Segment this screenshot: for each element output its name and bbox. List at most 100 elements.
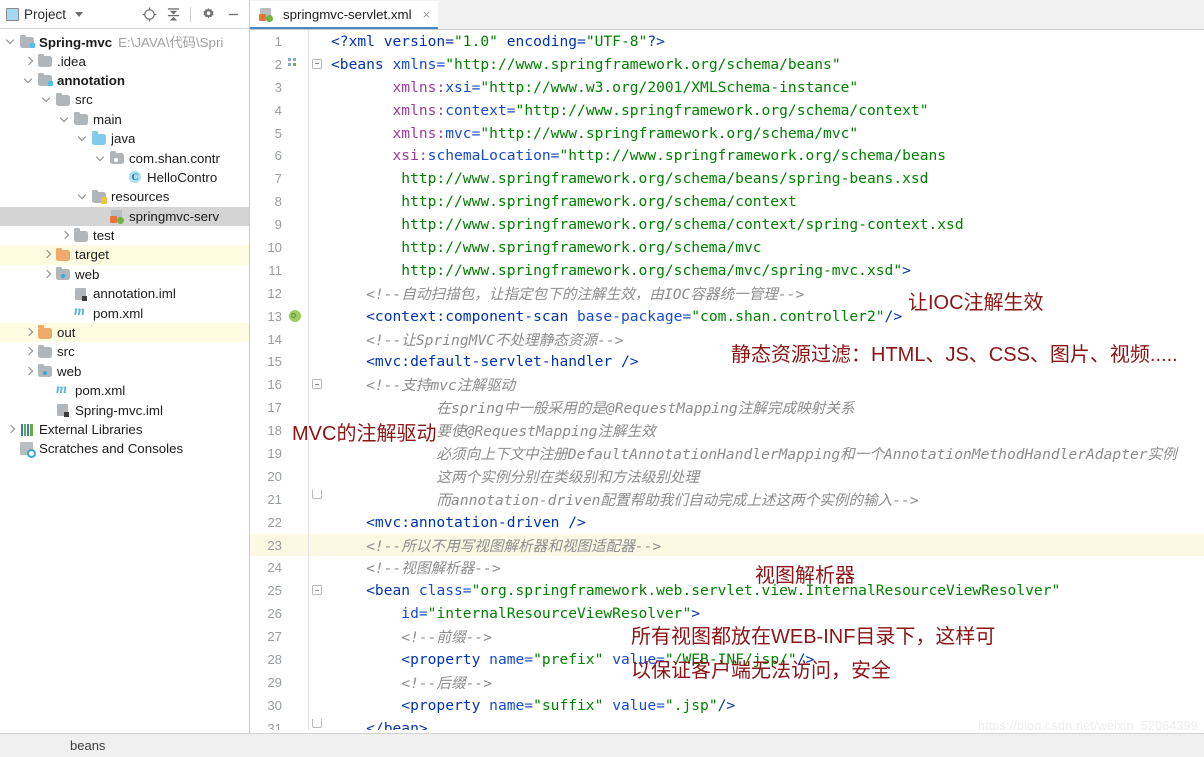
tree-item-external-libraries[interactable]: External Libraries [0,420,249,439]
code-line-7[interactable]: 7 http://www.springframework.org/schema/… [250,167,1204,191]
code-line-16[interactable]: 16 <!--支持mvc注解驱动 [250,373,1204,397]
code-line-11[interactable]: 11 http://www.springframework.org/schema… [250,258,1204,282]
chevron-right-icon[interactable] [42,269,53,280]
tree-item-scratches-and-consoles[interactable]: Scratches and Consoles [0,439,249,458]
tree-item-target[interactable]: target [0,245,249,265]
code-line-19[interactable]: 19 必须向上下文中注册DefaultAnnotationHandlerMapp… [250,442,1204,465]
tree-item-annotation[interactable]: annotation [0,71,249,90]
tree-item-spring-mvc[interactable]: Spring-mvc E:\JAVA\代码\Spri [0,32,249,51]
chevron-down-icon[interactable] [78,133,89,144]
code-line-14[interactable]: 14 <!--让SpringMVC不处理静态资源--> [250,327,1204,351]
code-line-24[interactable]: 24 <!--视图解析器--> [250,556,1204,580]
collapse-all-icon[interactable] [167,7,180,22]
tree-item-label: pom.xml [75,383,126,399]
spring-bean-gutter-icon[interactable] [288,57,301,70]
gutter-marks [286,213,308,236]
settings-icon[interactable] [201,7,216,22]
bean-gutter-icon[interactable] [289,309,301,322]
code-line-17[interactable]: 17 在spring中一般采用的是@RequestMapping注解完成映射关系 [250,396,1204,420]
code-line-1[interactable]: 1 <?xml version="1.0" encoding="UTF-8"?> [250,30,1204,53]
tree-item-label: src [57,344,75,360]
chevron-down-icon[interactable] [96,153,107,164]
code-line-13[interactable]: 13 <context:component-scan base-package=… [250,304,1204,328]
line-number: 25 [267,583,282,599]
line-number: 18 [267,423,282,439]
tree-item-resources[interactable]: resources [0,187,249,206]
tree-item-out[interactable]: out [0,322,249,343]
gutter-marks [286,328,308,351]
chevron-down-icon[interactable] [60,114,71,125]
code-line-28[interactable]: 28 <property name="prefix" value="/WEB-I… [250,648,1204,671]
project-panel-title-group[interactable]: Project [6,7,84,22]
code-line-2[interactable]: 2 <beans xmlns="http://www.springframewor… [250,52,1204,76]
gutter-marks [286,30,308,53]
code-line-20[interactable]: 20 这两个实例分别在类级别和方法级别处理 [250,464,1204,488]
chevron-down-icon[interactable] [6,36,17,47]
fold-collapse-icon[interactable] [312,585,322,596]
breadcrumb-item-beans[interactable]: beans [70,738,105,753]
tree-item-com-shan-contr[interactable]: com.shan.contr [0,148,249,167]
tree-item-test[interactable]: test [0,226,249,245]
code-line-22[interactable]: 22 <mvc:annotation-driven /> [250,510,1204,534]
code-line-25[interactable]: 25 <bean class="org.springframework.web.… [250,579,1204,603]
tree-item-java[interactable]: java [0,129,249,148]
tree-item-hellocontro[interactable]: C HelloContro [0,168,249,187]
code-text: 必须向上下文中注册DefaultAnnotationHandlerMapping… [331,445,1177,463]
minimize-icon[interactable] [226,7,241,22]
code-line-4[interactable]: 4 xmlns:context="http://www.springframew… [250,98,1204,122]
code-line-23[interactable]: 23 <!--所以不用写视图解析器和视图适配器--> [250,533,1204,557]
fold-end-icon[interactable] [312,489,322,499]
chevron-right-icon[interactable] [60,230,71,241]
tree-item-label: HelloContro [147,169,218,185]
fold-collapse-icon[interactable] [312,58,322,69]
folder-package-icon [110,150,125,165]
chevron-right-icon[interactable] [6,424,17,435]
tree-item-pom-xml[interactable]: m pom.xml [0,303,249,322]
fold-column [308,625,325,649]
tree-item-springmvc-serv[interactable]: springmvc-serv [0,206,249,226]
code-line-3[interactable]: 3 xmlns:xsi="http://www.w3.org/2001/XMLS… [250,75,1204,99]
tab-springmvc-servlet-xml[interactable]: springmvc-servlet.xml × [250,1,439,29]
project-path-label: E:\JAVA\代码\Spri [118,35,224,51]
chevron-down-icon[interactable] [42,94,53,105]
close-icon[interactable]: × [423,7,431,22]
fold-collapse-icon[interactable] [312,379,322,390]
code-viewport[interactable]: 1 <?xml version="1.0" encoding="UTF-8"?> 2… [250,30,1204,757]
tree-item-src[interactable]: src [0,90,249,109]
code-line-18[interactable]: 18 要使@RequestMapping注解生效 [250,419,1204,443]
code-line-30[interactable]: 30 <property name="suffix" value=".jsp"/… [250,693,1204,717]
code-line-21[interactable]: 21 而annotation-driven配置帮助我们自动完成上述这两个实例的输… [250,487,1204,511]
code-line-26[interactable]: 26 id="internalResourceViewResolver"> [250,602,1204,626]
project-tree[interactable]: Spring-mvc E:\JAVA\代码\Spri .idea annotation… [0,29,249,757]
chevron-down-icon[interactable] [78,191,89,202]
tree-item-spring-mvc-iml[interactable]: Spring-mvc.iml [0,400,249,419]
tree-item--idea[interactable]: .idea [0,51,249,70]
chevron-right-icon[interactable] [24,366,35,377]
tree-item-pom-xml[interactable]: m pom.xml [0,381,249,400]
code-line-5[interactable]: 5 xmlns:mvc="http://www.springframework.… [250,121,1204,145]
chevron-right-icon[interactable] [24,327,35,338]
chevron-right-icon[interactable] [24,56,35,67]
chevron-right-icon[interactable] [24,346,35,357]
code-line-10[interactable]: 10 http://www.springframework.org/schema… [250,236,1204,259]
scratches-icon [20,441,36,458]
breadcrumb[interactable]: beans [0,733,1204,757]
tree-item-annotation-iml[interactable]: annotation.iml [0,284,249,303]
tree-item-web[interactable]: web [0,265,249,284]
tree-item-main[interactable]: main [0,110,249,129]
chevron-right-icon[interactable] [42,249,53,260]
code-line-6[interactable]: 6 xsi:schemaLocation="http://www.springf… [250,144,1204,168]
code-line-8[interactable]: 8 http://www.springframework.org/schema/… [250,190,1204,214]
code-line-29[interactable]: 29 <!--后缀--> [250,670,1204,694]
chevron-down-icon[interactable] [24,75,35,86]
tree-item-web[interactable]: web [0,362,249,381]
code-line-27[interactable]: 27 <!--前缀--> [250,625,1204,649]
code-line-15[interactable]: 15 <mvc:default-servlet-handler /> [250,350,1204,374]
code-line-12[interactable]: 12 <!--自动扫描包，让指定包下的注解生效，由IOC容器统一管理--> [250,281,1204,305]
locate-icon[interactable] [142,6,157,22]
chevron-down-icon[interactable] [75,11,84,17]
tree-item-src[interactable]: src [0,342,249,361]
fold-end-icon[interactable] [312,718,322,728]
code-line-9[interactable]: 9 http://www.springframework.org/schema/… [250,213,1204,237]
